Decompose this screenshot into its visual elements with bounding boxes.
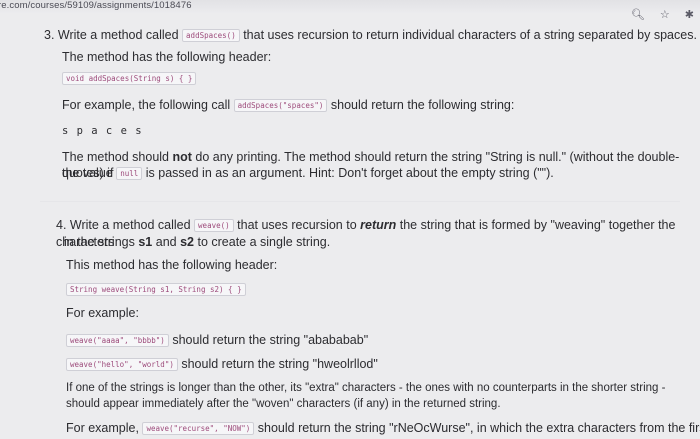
q3-note-text-3: the value	[62, 166, 113, 180]
q4-intro-and: and	[155, 235, 177, 249]
q4-intro-text-5: to create a single string.	[197, 235, 331, 249]
q4-ex3-text-2: should return the string "rNeOcWurse", i…	[257, 421, 700, 435]
q4-ex2-code: weave("hello", "world")	[66, 358, 178, 371]
q3-example-text-2: should return the following string:	[330, 98, 515, 112]
q3-note-emphasis: not	[172, 150, 192, 164]
q3-example-text: For example, the following call	[62, 98, 231, 112]
section-divider	[40, 201, 680, 202]
q3-intro-text: 3. Write a method called	[44, 28, 179, 42]
q3-intro: 3. Write a method called addSpaces() tha…	[44, 27, 697, 44]
q4-ex1-code: weave("aaaa", "bbbb")	[66, 334, 169, 347]
q4-ex2-text: should return the string "hweolrllod"	[181, 357, 378, 371]
q4-example-3: For example, weave("recurse", "NOW") sho…	[66, 420, 700, 437]
q4-ex1-text: should return the string "abababab"	[172, 333, 369, 347]
q4-extra-line1: If one of the strings is longer than the…	[66, 382, 666, 394]
q3-null-code: null	[116, 167, 143, 180]
q4-header-code: String weave(String s1, String s2) { }	[66, 281, 246, 298]
q3-header-label: The method has the following header:	[62, 50, 272, 64]
q3-example: For example, the following call addSpace…	[62, 97, 514, 114]
q3-header-code: void addSpaces(String s) { }	[62, 70, 197, 87]
q4-s2-label: s2	[180, 235, 194, 249]
q3-intro-text-2: that uses recursion to return individual…	[243, 28, 697, 42]
q4-intro-text: 4. Write a method called	[56, 218, 191, 232]
q3-example-code: addSpaces("spaces")	[233, 99, 328, 112]
url-text[interactable]: re.com/courses/59109/assignments/1018476	[0, 0, 192, 11]
q3-result: s p a c e s	[62, 125, 143, 137]
q4-header-code-text: String weave(String s1, String s2) { }	[66, 283, 246, 296]
browser-address-bar[interactable]: re.com/courses/59109/assignments/1018476…	[0, 0, 700, 21]
q3-header-code-text: void addSpaces(String s) { }	[62, 72, 197, 85]
q3-method-code: addSpaces()	[182, 29, 240, 42]
q4-ex3-text: For example,	[66, 421, 139, 435]
q3-note-text-4: is passed in as an argument. Hint: Don't…	[145, 166, 554, 180]
q4-example-2: weave("hello", "world") should return th…	[66, 356, 378, 373]
q3-note-text: The method should	[62, 150, 170, 164]
q4-example-label: For example:	[66, 306, 139, 320]
q4-intro-text-4: in the strings	[64, 235, 135, 249]
assignment-content: 3. Write a method called addSpaces() tha…	[0, 13, 700, 439]
q3-note-line2: the value null is passed in as an argume…	[62, 165, 554, 182]
q4-return-emphasis: return	[360, 218, 397, 232]
q4-example-1: weave("aaaa", "bbbb") should return the …	[66, 332, 368, 349]
q4-header-label: This method has the following header:	[66, 258, 278, 272]
q4-s1-label: s1	[138, 235, 153, 249]
q4-ex3-code: weave("recurse", "NOW")	[142, 422, 255, 435]
q4-intro-text-2: that uses recursion to	[237, 218, 357, 232]
q4-method-code: weave()	[194, 219, 234, 232]
q4-extra-line2: should appear immediately after the "wov…	[66, 398, 501, 410]
q4-intro-line2: in the strings s1 and s2 to create a sin…	[64, 234, 330, 250]
